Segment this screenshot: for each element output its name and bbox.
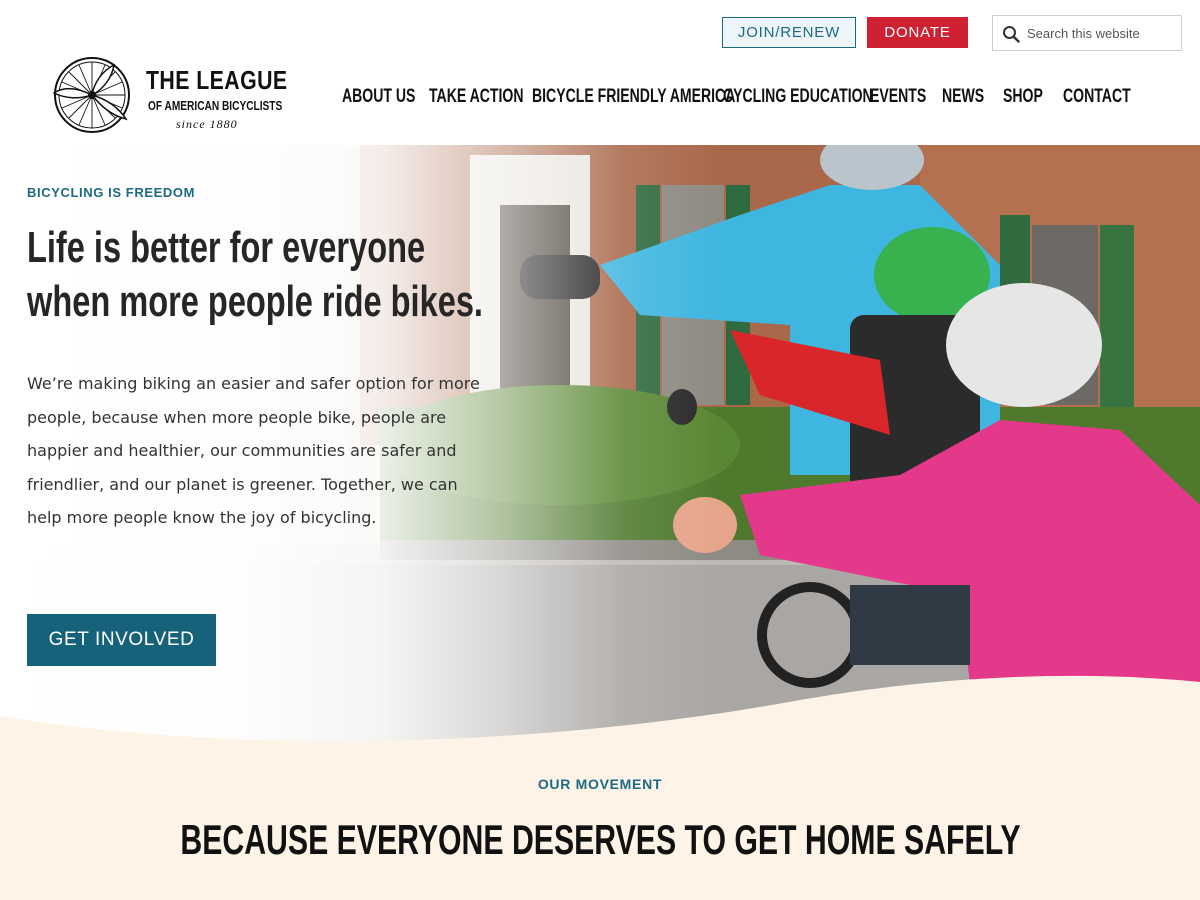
search-box[interactable] — [992, 15, 1182, 51]
donate-button[interactable]: DONATE — [867, 17, 968, 48]
hero-title: Life is better for everyone when more pe… — [27, 223, 483, 326]
movement-eyebrow: OUR MOVEMENT — [537, 776, 663, 792]
search-input[interactable] — [1027, 23, 1175, 43]
nav-item-events[interactable]: EVENTS — [870, 86, 926, 114]
bicycle-wheel-logo-icon — [52, 57, 130, 133]
nav-item-bicycle-friendly-america[interactable]: BICYCLE FRIENDLY AMERICA — [532, 86, 735, 114]
nav-item-about-us[interactable]: ABOUT US — [342, 86, 415, 114]
logo-since: since 1880 — [176, 117, 238, 131]
site-header: THE LEAGUE OF AMERICAN BICYCLISTS since … — [0, 0, 1200, 145]
main-nav: ABOUT US TAKE ACTION BICYCLE FRIENDLY AM… — [342, 86, 1131, 114]
nav-item-news[interactable]: NEWS — [942, 86, 987, 114]
site-logo[interactable]: THE LEAGUE OF AMERICAN BICYCLISTS since … — [50, 55, 287, 135]
movement-section: OUR MOVEMENT BECAUSE EVERYONE DESERVES T… — [0, 745, 1200, 900]
join-renew-button[interactable]: JOIN/RENEW — [722, 17, 856, 48]
wave-divider — [0, 675, 1200, 752]
nav-item-take-action[interactable]: TAKE ACTION — [429, 86, 524, 114]
hero-eyebrow: BICYCLING IS FREEDOM — [27, 185, 196, 200]
get-involved-button[interactable]: GET INVOLVED — [27, 614, 216, 666]
logo-title: THE LEAGUE — [146, 65, 288, 95]
nav-item-shop[interactable]: SHOP — [1003, 86, 1047, 114]
search-icon[interactable] — [1002, 25, 1020, 43]
hero-body: We’re making biking an easier and safer … — [27, 374, 480, 527]
nav-item-cycling-education[interactable]: CYCLING EDUCATION — [723, 86, 873, 114]
hero-section: BICYCLING IS FREEDOM Life is better for … — [0, 145, 1200, 745]
nav-item-contact[interactable]: CONTACT — [1063, 86, 1131, 114]
logo-subtitle: OF AMERICAN BICYCLISTS — [148, 98, 283, 113]
movement-title: BECAUSE EVERYONE DESERVES TO GET HOME SA… — [179, 816, 1021, 863]
